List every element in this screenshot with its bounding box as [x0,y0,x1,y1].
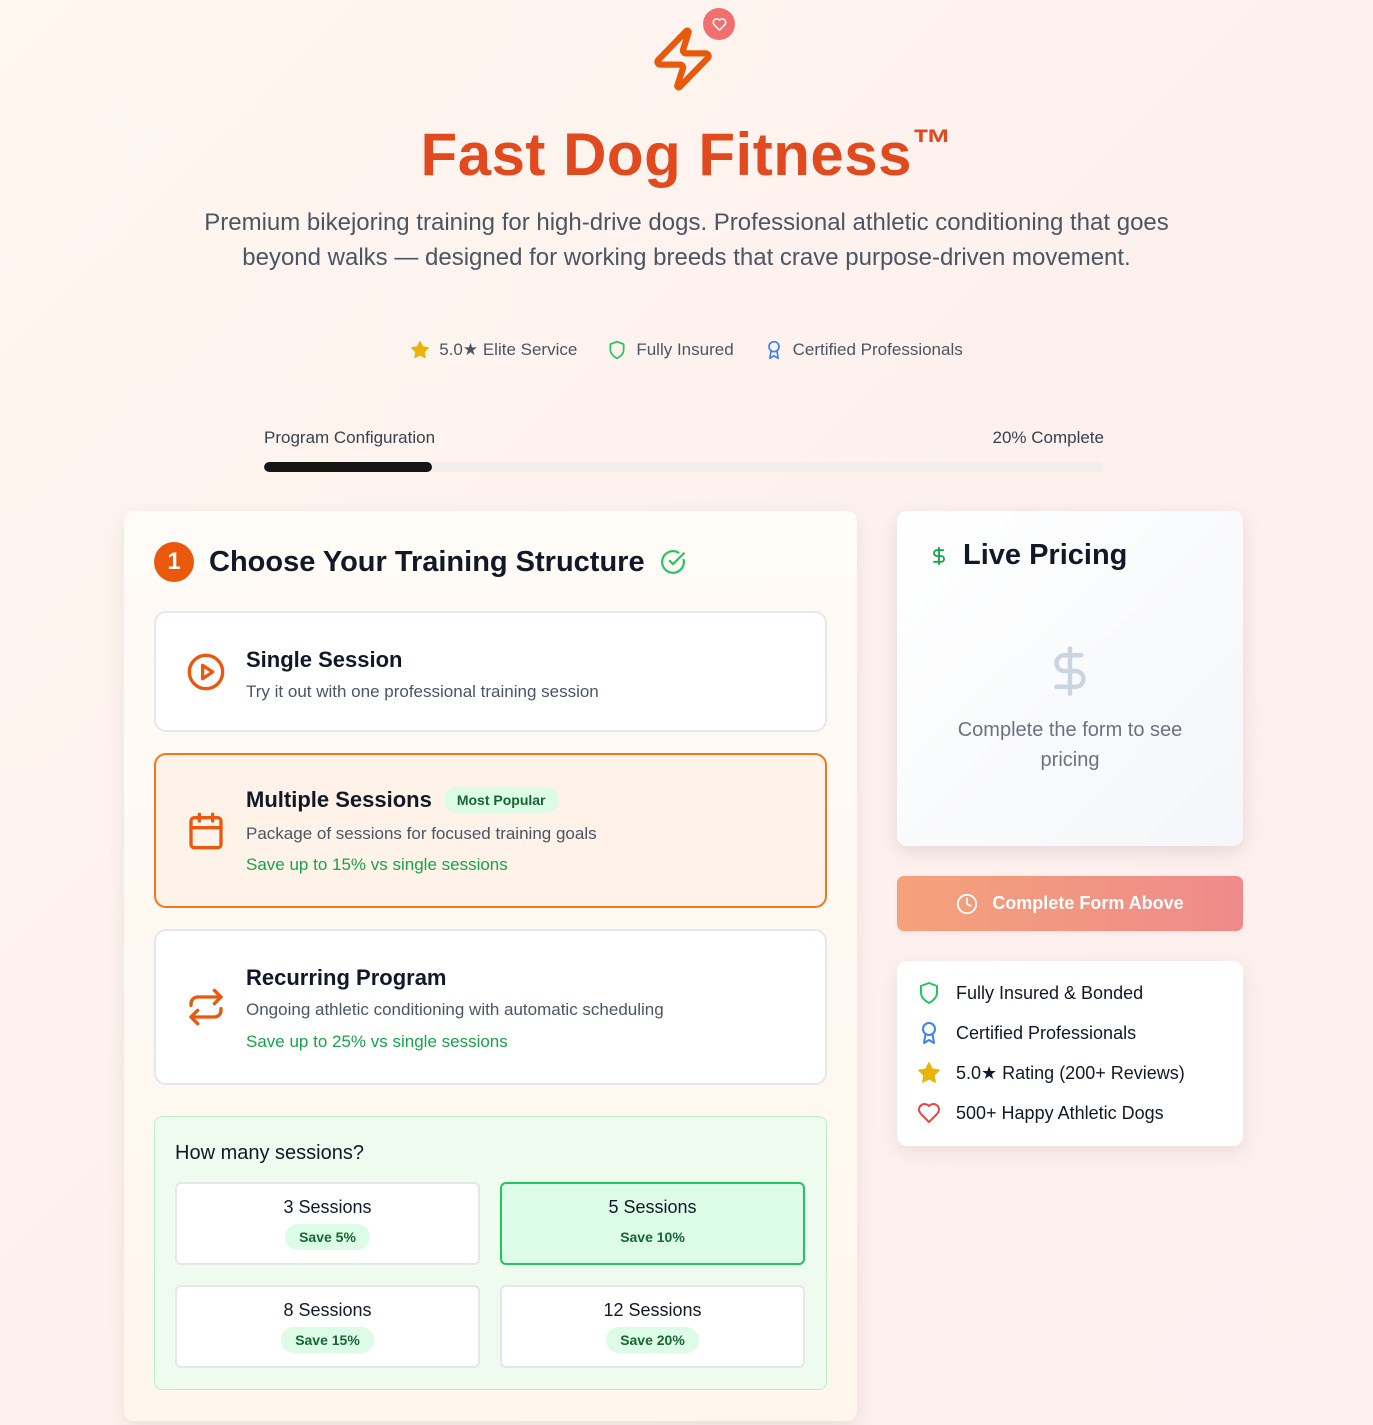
trust-label: 5.0★ Rating (200+ Reviews) [956,1062,1185,1083]
trust-item-certified: Certified Professionals [917,1021,1136,1045]
trust-label: 500+ Happy Athletic Dogs [956,1102,1164,1123]
option-title: Recurring Program [246,965,447,991]
session-savings-badge: Save 10% [606,1224,699,1250]
live-pricing-card: Live Pricing Complete the form to see pr… [897,511,1243,846]
trust-card: Fully Insured & Bonded Certified Profess… [897,961,1243,1146]
play-circle-icon [187,653,225,691]
badge-elite-service: 5.0★ Elite Service [410,340,577,360]
step-number: 1 [154,542,194,582]
session-choice-12[interactable]: 12 Sessions Save 20% [500,1285,805,1368]
award-icon [922,1022,936,1044]
session-choice-3[interactable]: 3 Sessions Save 5% [175,1182,480,1265]
page-subtitle: Premium bikejoring training for high-dri… [204,209,1169,271]
option-single-session[interactable]: Single Session Try it out with one profe… [154,611,827,732]
trust-item-rating: 5.0★ Rating (200+ Reviews) [917,1061,1185,1085]
calendar-icon [189,812,223,850]
option-title: Multiple Sessions Most Popular [246,787,559,813]
dollar-placeholder-icon [1054,646,1086,696]
option-title-text: Multiple Sessions [246,787,432,812]
trust-item-insured: Fully Insured & Bonded [917,981,1143,1005]
trust-label: Fully Insured & Bonded [956,982,1144,1003]
star-icon [411,341,430,359]
heart-icon [711,17,727,31]
session-label: 5 Sessions [608,1197,697,1217]
option-savings: Save up to 15% vs single sessions [246,855,508,874]
clock-icon [957,893,978,914]
progress-section: Program Configuration 20% Complete [264,428,1104,472]
repeat-icon [189,988,223,1026]
badge-insured: Fully Insured [607,340,734,360]
award-icon [767,340,780,360]
session-label: 3 Sessions [283,1197,372,1217]
training-structure-card: 1 Choose Your Training Structure Single … [124,511,857,1421]
option-description: Ongoing athletic conditioning with autom… [246,1000,664,1019]
most-popular-badge: Most Popular [443,787,559,813]
session-label: 8 Sessions [283,1300,372,1320]
option-title-text: Recurring Program [246,965,447,990]
page-title: Fast Dog Fitness™ [0,120,1373,189]
shield-icon [609,340,625,360]
session-savings-badge: Save 15% [281,1327,374,1353]
progress-bar [264,462,1104,472]
progress-bar-fill [264,462,432,472]
session-label: 12 Sessions [603,1300,702,1320]
badge-label: Fully Insured [636,340,734,359]
option-savings: Save up to 25% vs single sessions [246,1032,508,1051]
progress-label: Program Configuration [264,428,436,447]
pricing-header: Live Pricing [929,539,1127,572]
trust-badges: 5.0★ Elite Service Fully Insured Certifi… [0,340,1373,360]
star-icon [918,1062,940,1083]
option-description: Try it out with one professional trainin… [246,682,599,701]
heart-icon [918,1103,940,1123]
complete-form-label: Complete Form Above [992,893,1184,913]
heart-badge [703,8,735,40]
option-multiple-sessions[interactable]: Multiple Sessions Most Popular Package o… [154,753,827,908]
session-choice-5[interactable]: 5 Sessions Save 10% [500,1182,805,1265]
brand-title-text: Fast Dog Fitness [420,121,912,188]
badge-certified: Certified Professionals [764,340,963,360]
sessions-selector: How many sessions? 3 Sessions Save 5% 5 … [154,1116,827,1390]
step-title: Choose Your Training Structure [209,545,645,578]
pricing-title: Live Pricing [963,539,1128,571]
sessions-question: How many sessions? [175,1142,364,1164]
dollar-icon [933,546,945,565]
option-title: Single Session [246,647,403,673]
trust-label: Certified Professionals [956,1022,1137,1043]
shield-icon [920,982,938,1004]
brand-logo [645,8,735,94]
option-description: Package of sessions for focused training… [246,824,597,843]
session-savings-badge: Save 20% [606,1327,699,1353]
check-circle-icon [660,550,685,574]
trademark-symbol: ™ [911,122,953,166]
option-title-text: Single Session [246,647,403,672]
step-header: 1 Choose Your Training Structure [154,542,686,582]
progress-status: 20% Complete [992,428,1104,447]
badge-label: Certified Professionals [792,340,963,359]
session-choice-8[interactable]: 8 Sessions Save 15% [175,1285,480,1368]
trust-item-happy-dogs: 500+ Happy Athletic Dogs [917,1101,1164,1125]
badge-label: 5.0★ Elite Service [439,340,578,359]
complete-form-button[interactable]: Complete Form Above [897,876,1243,931]
option-recurring-program[interactable]: Recurring Program Ongoing athletic condi… [154,929,827,1085]
pricing-empty-message: Complete the form to see pricing [957,719,1183,771]
session-savings-badge: Save 5% [285,1224,370,1250]
